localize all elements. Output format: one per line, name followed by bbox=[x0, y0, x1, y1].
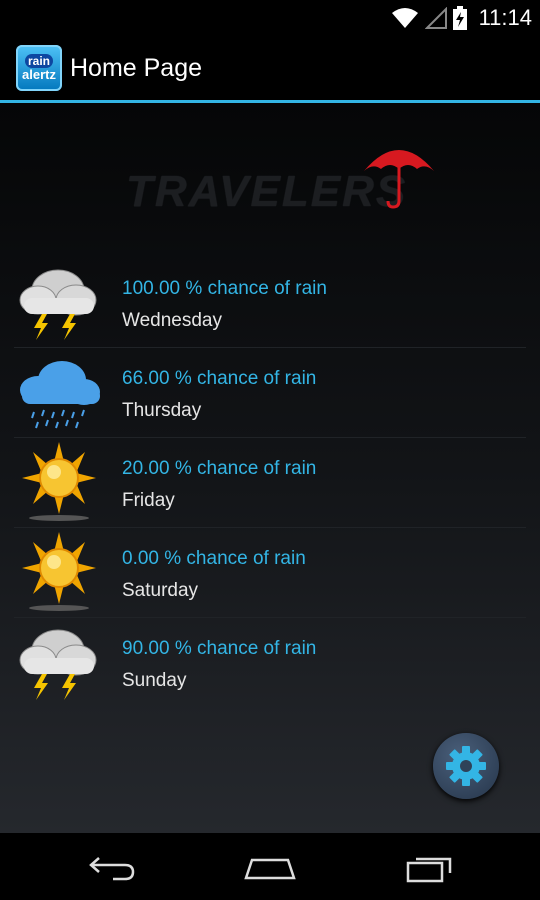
back-icon bbox=[89, 857, 135, 881]
day-label: Saturday bbox=[122, 580, 199, 601]
forecast-row[interactable]: 100.00 % chance of rain Wednesday bbox=[14, 258, 526, 348]
gear-icon bbox=[446, 746, 486, 786]
day-label: Wednesday bbox=[122, 310, 222, 331]
day-label: Thursday bbox=[122, 400, 202, 421]
no-signal-icon bbox=[424, 7, 447, 29]
home-button[interactable] bbox=[240, 849, 300, 885]
wifi-icon bbox=[391, 8, 418, 28]
recents-button[interactable] bbox=[400, 849, 460, 885]
sun-icon bbox=[22, 532, 96, 611]
rain-chance: 0.00 % chance of rain bbox=[122, 548, 306, 569]
day-label: Sunday bbox=[122, 670, 187, 691]
rain-chance: 20.00 % chance of rain bbox=[122, 458, 317, 479]
action-bar: rain alertz Home Page bbox=[0, 36, 540, 103]
sponsor-banner: TRAVELERS bbox=[126, 143, 446, 216]
rain-chance: 90.00 % chance of rain bbox=[122, 638, 317, 659]
forecast-row[interactable]: 66.00 % chance of rain Thursday bbox=[14, 348, 526, 438]
thunderstorm-icon bbox=[19, 629, 97, 700]
battery-charging-icon bbox=[452, 6, 467, 30]
forecast-list: 100.00 % chance of rain Wednesday 66.00 bbox=[14, 258, 526, 707]
clock: 11:14 bbox=[478, 5, 532, 30]
rain-chance: 66.00 % chance of rain bbox=[122, 368, 317, 389]
umbrella-icon bbox=[364, 150, 434, 209]
navigation-bar bbox=[0, 833, 540, 900]
app-logo[interactable]: rain alertz bbox=[16, 45, 62, 91]
back-button[interactable] bbox=[82, 849, 142, 885]
rain-cloud-icon bbox=[20, 361, 100, 429]
thunderstorm-icon bbox=[19, 269, 97, 340]
forecast-row[interactable]: 0.00 % chance of rain Saturday bbox=[14, 528, 526, 618]
day-label: Friday bbox=[122, 490, 175, 511]
sun-icon bbox=[22, 442, 96, 521]
recents-icon bbox=[406, 857, 452, 883]
app-logo-line1: rain bbox=[24, 54, 53, 68]
home-icon bbox=[244, 858, 296, 880]
app-logo-line2: alertz bbox=[22, 67, 56, 82]
page-title: Home Page bbox=[70, 53, 203, 82]
settings-button[interactable] bbox=[433, 733, 499, 799]
forecast-row[interactable]: 90.00 % chance of rain Sunday bbox=[14, 618, 526, 707]
main-content: TRAVELERS 100.00 % chance of rain Wednes… bbox=[0, 103, 540, 833]
forecast-row[interactable]: 20.00 % chance of rain Friday bbox=[14, 438, 526, 528]
status-bar: 11:14 bbox=[0, 0, 540, 36]
rain-chance: 100.00 % chance of rain bbox=[122, 278, 327, 299]
